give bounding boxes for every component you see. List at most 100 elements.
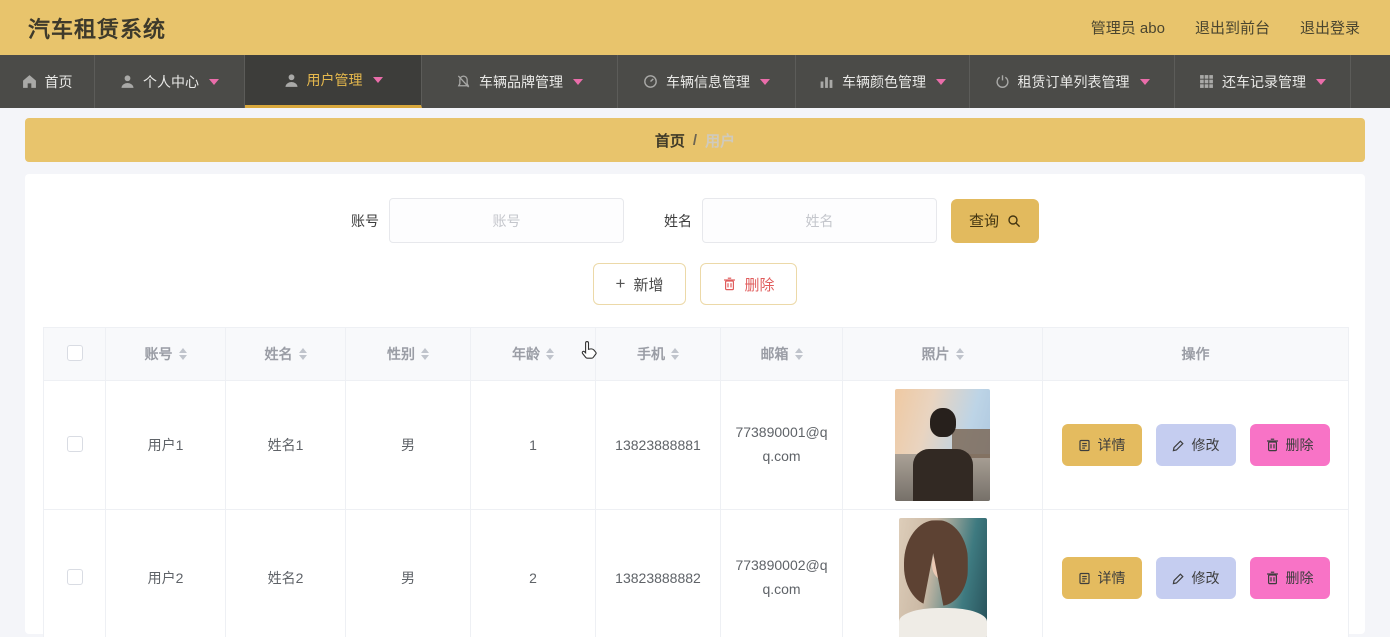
nav-item-label: 个人中心	[143, 73, 199, 90]
cell-gender: 男	[345, 509, 471, 637]
mouse-cursor-icon	[581, 341, 597, 359]
cell-phone: 13823888882	[595, 509, 721, 637]
nav-item-car-info-management[interactable]: 车辆信息管理	[618, 55, 796, 108]
search-icon	[1007, 214, 1021, 228]
account-input[interactable]	[388, 198, 624, 243]
power-icon	[995, 74, 1010, 89]
column-header-email[interactable]: 邮箱	[761, 344, 789, 364]
nav-item-personal-center[interactable]: 个人中心	[95, 55, 245, 108]
chevron-down-icon	[573, 78, 583, 85]
cell-gender: 男	[345, 380, 471, 510]
detail-button[interactable]: 详情	[1061, 557, 1142, 599]
exit-to-front-link[interactable]: 退出到前台	[1195, 17, 1270, 38]
breadcrumb-home[interactable]: 首页	[655, 130, 685, 151]
cell-email: 773890001@qq.com	[720, 380, 843, 510]
chevron-down-icon	[372, 77, 383, 83]
app-title: 汽车租赁系统	[28, 16, 167, 42]
column-header-name[interactable]: 姓名	[265, 344, 293, 364]
nav-item-return-record-management[interactable]: 还车记录管理	[1175, 55, 1351, 108]
cell-account: 用户2	[105, 509, 226, 637]
trash-icon	[723, 277, 736, 291]
name-input[interactable]	[701, 198, 937, 243]
admin-user-link[interactable]: 管理员 abo	[1091, 17, 1165, 38]
delete-button-label: 删除	[744, 276, 775, 294]
gauge-icon	[643, 74, 658, 89]
chevron-down-icon	[760, 78, 770, 85]
remove-button[interactable]: 删除	[1249, 424, 1330, 466]
remove-button-label: 删除	[1285, 437, 1314, 453]
nav-item-user-management[interactable]: 用户管理	[245, 55, 422, 108]
sort-icon[interactable]	[794, 348, 803, 360]
sort-icon[interactable]	[546, 348, 554, 360]
row-checkbox[interactable]	[66, 568, 83, 585]
nav-item-label: 车辆颜色管理	[842, 73, 926, 90]
detail-button[interactable]: 详情	[1061, 424, 1142, 466]
modify-button[interactable]: 修改	[1155, 424, 1236, 466]
chevron-down-icon	[936, 78, 946, 85]
logout-link[interactable]: 退出登录	[1300, 17, 1360, 38]
table-header-row: 账号 姓名 性别 年龄 手机 邮箱 照片 操作	[43, 327, 1349, 381]
column-header-phone[interactable]: 手机	[637, 344, 665, 364]
nav-item-brand-management[interactable]: 车辆品牌管理	[422, 55, 618, 108]
nav-item-label: 用户管理	[306, 72, 363, 88]
column-header-photo[interactable]: 照片	[922, 344, 950, 364]
male-portrait-photo	[895, 389, 990, 501]
document-icon	[1078, 572, 1091, 585]
modify-button[interactable]: 修改	[1155, 557, 1236, 599]
add-button[interactable]: + 新增	[592, 263, 687, 305]
chevron-down-icon	[1316, 78, 1326, 85]
cell-age: 1	[470, 380, 596, 510]
bar-chart-icon	[819, 74, 834, 89]
search-form: 账号 姓名 查询	[25, 198, 1365, 243]
pencil-icon	[1172, 572, 1185, 585]
nav-item-color-management[interactable]: 车辆颜色管理	[796, 55, 970, 108]
cell-phone: 13823888881	[595, 380, 721, 510]
content-panel: 账号 姓名 查询 + 新增 删除	[25, 174, 1365, 637]
delete-button[interactable]: 删除	[700, 263, 798, 305]
row-checkbox[interactable]	[66, 435, 83, 452]
main-nav: 首页 个人中心 用户管理 车辆品牌管理 车辆信息管理 车辆颜色管理 租赁订单列表…	[0, 55, 1390, 108]
sort-icon[interactable]	[671, 348, 679, 360]
bell-slash-icon	[456, 74, 471, 89]
sort-icon[interactable]	[955, 348, 964, 360]
users-table: 账号 姓名 性别 年龄 手机 邮箱 照片 操作 用户1 姓名1 男 1 1382…	[43, 327, 1349, 637]
chevron-down-icon	[209, 78, 219, 85]
account-label: 账号	[350, 212, 379, 229]
column-header-gender[interactable]: 性别	[387, 344, 415, 364]
modify-button-label: 修改	[1191, 437, 1220, 453]
name-label: 姓名	[663, 212, 692, 229]
detail-button-label: 详情	[1097, 437, 1126, 453]
query-button[interactable]: 查询	[950, 198, 1039, 243]
cell-email: 773890002@qq.com	[720, 509, 843, 637]
user-icon	[284, 73, 299, 88]
nav-item-label: 首页	[44, 73, 73, 90]
breadcrumb-current: 用户	[705, 132, 736, 150]
cell-name: 姓名2	[225, 509, 346, 637]
home-icon	[22, 74, 37, 89]
nav-item-order-list-management[interactable]: 租赁订单列表管理	[970, 55, 1175, 108]
table-toolbar: + 新增 删除	[25, 263, 1365, 305]
modify-button-label: 修改	[1191, 570, 1220, 586]
remove-button[interactable]: 删除	[1249, 557, 1330, 599]
grid-icon	[1199, 74, 1214, 89]
select-all-checkbox[interactable]	[66, 344, 83, 361]
sort-icon[interactable]	[178, 348, 187, 360]
breadcrumb-separator: /	[692, 131, 698, 149]
plus-icon: +	[615, 274, 626, 293]
cell-account: 用户1	[105, 380, 226, 510]
cell-age: 2	[470, 509, 596, 637]
pencil-icon	[1172, 439, 1185, 452]
document-icon	[1078, 439, 1091, 452]
column-header-age[interactable]: 年龄	[512, 344, 540, 364]
nav-item-label: 还车记录管理	[1222, 73, 1306, 90]
column-header-account[interactable]: 账号	[145, 344, 173, 364]
sort-icon[interactable]	[421, 348, 429, 360]
female-portrait-photo	[898, 518, 987, 637]
trash-icon	[1266, 438, 1279, 452]
user-icon	[120, 74, 135, 89]
sort-icon[interactable]	[298, 348, 307, 360]
nav-item-home[interactable]: 首页	[0, 55, 95, 108]
remove-button-label: 删除	[1285, 570, 1314, 586]
app-header: 汽车租赁系统 管理员 abo 退出到前台 退出登录	[0, 0, 1390, 55]
detail-button-label: 详情	[1097, 570, 1126, 586]
